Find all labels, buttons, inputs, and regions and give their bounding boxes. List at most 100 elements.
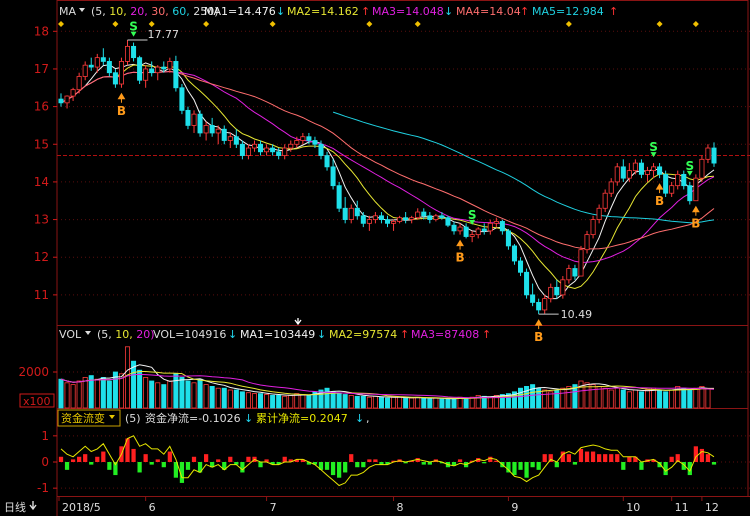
candle-body[interactable] [499, 221, 505, 232]
candle-body[interactable] [487, 222, 493, 232]
candle-body[interactable] [518, 260, 524, 273]
candle-body[interactable] [100, 57, 106, 62]
candle-body[interactable] [675, 173, 681, 187]
candle-body[interactable] [439, 215, 445, 219]
candle-body[interactable] [693, 177, 699, 202]
candle-body[interactable] [251, 143, 257, 149]
candle-body[interactable] [433, 215, 439, 220]
candle-body[interactable] [167, 61, 173, 70]
candle-body[interactable] [233, 136, 239, 145]
price-indicator-label[interactable]: MA [59, 5, 76, 18]
candle-body[interactable] [663, 173, 669, 194]
candle-body[interactable] [451, 224, 457, 232]
candle-body[interactable] [82, 64, 88, 77]
candle-body[interactable] [554, 286, 560, 296]
candle-body[interactable] [161, 66, 167, 70]
candle-body[interactable] [384, 219, 391, 224]
candle-body[interactable] [681, 173, 687, 187]
candle-body[interactable] [626, 170, 632, 179]
candle-body[interactable] [64, 95, 70, 104]
candle-body[interactable] [391, 221, 397, 224]
candle-body[interactable] [124, 45, 131, 62]
candle-body[interactable] [548, 286, 554, 300]
candle-body[interactable] [112, 72, 118, 85]
candle-body[interactable] [705, 147, 711, 160]
candle-body[interactable] [209, 125, 215, 134]
candle-body[interactable] [360, 215, 366, 224]
candle-body[interactable] [227, 136, 233, 141]
candle-body[interactable] [270, 147, 276, 153]
candle-body[interactable] [94, 57, 100, 68]
candle-body[interactable] [505, 230, 511, 247]
candle-body[interactable] [632, 162, 638, 172]
candle-body[interactable] [584, 234, 590, 251]
candle-body[interactable] [131, 45, 137, 59]
candle-body[interactable] [699, 158, 705, 179]
candle-body[interactable] [203, 125, 209, 134]
candle-body[interactable] [155, 66, 161, 74]
candle-body[interactable] [336, 185, 342, 209]
candle-body[interactable] [493, 221, 499, 224]
candle-body[interactable] [137, 57, 143, 81]
candle-body[interactable] [348, 207, 354, 220]
candle-body[interactable] [288, 143, 294, 149]
candle-body[interactable] [572, 268, 578, 277]
candle-body[interactable] [608, 181, 614, 194]
period-label[interactable]: 日线 [4, 500, 26, 514]
candle-body[interactable] [566, 268, 572, 281]
candle-body[interactable] [530, 294, 536, 303]
candle-body[interactable] [421, 211, 427, 217]
candle-body[interactable] [511, 245, 517, 262]
candle-body[interactable] [330, 166, 336, 187]
candle-body[interactable] [366, 219, 372, 224]
candle-body[interactable] [300, 136, 306, 141]
candle-body[interactable] [239, 143, 245, 156]
candle-body[interactable] [711, 147, 717, 164]
candle-body[interactable] [536, 302, 542, 311]
candle-body[interactable] [221, 128, 227, 141]
candle-body[interactable] [687, 185, 693, 202]
candle-body[interactable] [149, 68, 155, 74]
candle-body[interactable] [324, 155, 330, 168]
candle-body[interactable] [354, 207, 360, 217]
candle-body[interactable] [578, 249, 584, 277]
candle-body[interactable] [215, 128, 221, 134]
candle-body[interactable] [457, 226, 463, 232]
candle-body[interactable] [614, 166, 620, 183]
candle-body[interactable] [524, 271, 530, 296]
candle-body[interactable] [638, 162, 644, 175]
candle-body[interactable] [427, 215, 433, 220]
candle-body[interactable] [191, 113, 197, 126]
candle-body[interactable] [620, 166, 626, 179]
candle-body[interactable] [463, 226, 469, 237]
stock-chart[interactable]: 1817161514131211 BSBSBSBSB 17.77 10.49 M… [0, 0, 750, 516]
candle-body[interactable] [276, 151, 282, 156]
candle-body[interactable] [58, 98, 64, 104]
candle-body[interactable] [306, 136, 312, 141]
candle-body[interactable] [445, 217, 451, 226]
candle-body[interactable] [245, 147, 251, 156]
candle-body[interactable] [143, 68, 149, 81]
candle-body[interactable] [179, 87, 185, 111]
candle-body[interactable] [88, 64, 94, 68]
flow-indicator-label[interactable]: 资金流变 [61, 411, 105, 425]
candle-body[interactable] [475, 228, 481, 236]
candle-body[interactable] [70, 89, 76, 97]
candle-body[interactable] [197, 113, 203, 134]
candle-body[interactable] [560, 279, 566, 296]
candle-body[interactable] [669, 185, 675, 194]
candle-body[interactable] [403, 217, 409, 220]
volume-indicator-label[interactable]: VOL [59, 328, 82, 341]
candle-body[interactable] [469, 234, 475, 237]
candle-body[interactable] [651, 166, 657, 172]
candle-body[interactable] [185, 109, 191, 126]
candle-body[interactable] [264, 147, 270, 153]
candle-body[interactable] [602, 192, 608, 209]
candle-body[interactable] [173, 61, 179, 89]
candle-body[interactable] [481, 228, 487, 232]
candle-body[interactable] [397, 217, 403, 222]
candle-body[interactable] [542, 298, 548, 311]
candle-body[interactable] [76, 76, 82, 91]
candle-body[interactable] [282, 147, 288, 156]
candle-body[interactable] [258, 143, 264, 153]
